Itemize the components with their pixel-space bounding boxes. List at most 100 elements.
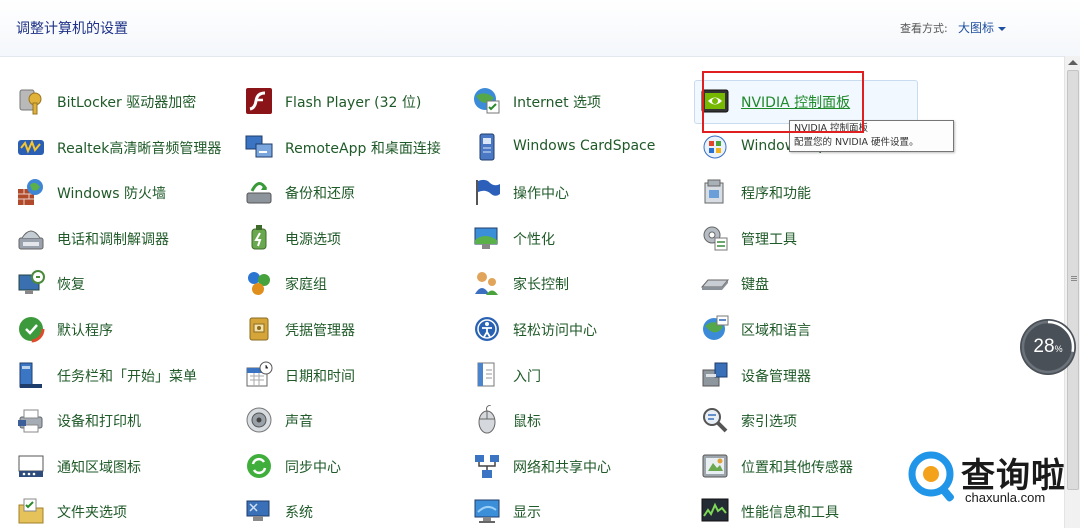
control-panel-item-label: 程序和功能 [741,186,811,203]
control-panel-item-label: RemoteApp 和桌面连接 [285,140,441,157]
default-programs-icon [16,314,46,344]
keyboard-icon [700,268,730,298]
control-panel-item-label: 电话和调制解调器 [57,231,169,248]
control-panel-item[interactable]: 电源选项 [244,221,466,255]
remoteapp-icon [244,132,274,162]
control-panel-item[interactable]: Windows CardSpace [472,130,694,164]
control-panel-item-label: 轻松访问中心 [513,323,597,339]
highlight-annotation-box [702,71,864,133]
control-panel-item[interactable]: 凭据管理器 [244,312,466,346]
tooltip-description: 配置您的 NVIDIA 硬件设置。 [794,137,919,148]
control-panel-item[interactable]: 显示 [472,494,694,528]
control-panel-item[interactable]: 同步中心 [244,449,466,483]
control-panel-item[interactable]: 恢复 [16,266,238,300]
parental-controls-icon [472,268,502,298]
control-panel-item[interactable]: Flash Player (32 位) [244,84,466,118]
taskbar-icon [16,360,46,390]
control-panel-item[interactable]: 个性化 [472,221,694,255]
control-panel-item[interactable]: 家长控制 [472,266,694,300]
control-panel-item[interactable]: Internet 选项 [472,84,694,118]
recovery-icon [16,268,46,298]
view-by-dropdown[interactable]: 大图标 [958,19,1007,36]
scroll-up-arrow-icon[interactable] [1068,60,1078,65]
control-panel-item[interactable]: 家庭组 [244,266,466,300]
control-panel-item[interactable]: 索引选项 [700,403,922,437]
view-by-value: 大图标 [958,21,995,35]
sync-center-icon [244,451,274,481]
control-panel-item[interactable]: 默认程序 [16,312,238,346]
control-panel-item[interactable]: 入门 [472,358,694,392]
power-options-icon [244,223,274,253]
control-panel-item-label: 日期和时间 [285,368,355,385]
control-panel-item-label: 声音 [285,414,313,431]
control-panel-item[interactable]: 网络和共享中心 [472,449,694,483]
backup-restore-icon [244,177,274,207]
control-panel-item[interactable]: 备份和还原 [244,175,466,209]
control-panel-item-label: 家长控制 [513,277,569,294]
control-panel-item-label: 操作中心 [513,186,569,203]
control-panel-item[interactable]: 声音 [244,403,466,437]
control-panel-item[interactable]: 操作中心 [472,175,694,209]
phone-modem-icon [16,223,46,253]
control-panel-item[interactable]: 设备管理器 [700,358,922,392]
control-panel-item[interactable]: 位置和其他传感器 [700,449,922,483]
sound-icon [244,405,274,435]
getting-started-icon [472,360,502,390]
control-panel-item-label: Windows 防火墙 [57,186,166,203]
progress-percentage: 28% [1020,336,1076,358]
control-panel-item[interactable]: 轻松访问中心 [472,312,694,346]
control-panel-item-label: 键盘 [741,277,769,294]
display-icon [472,496,502,526]
programs-features-icon [700,177,730,207]
control-panel-item-label: 个性化 [513,231,555,248]
control-panel-item-label: 管理工具 [741,231,797,248]
folder-options-icon [16,496,46,526]
control-panel-item-label: Realtek高清晰音频管理器 [57,140,222,157]
control-panel-item-label: 显示 [513,505,541,522]
control-panel-item-label: 同步中心 [285,459,341,476]
control-panel-item-label: 网络和共享中心 [513,459,611,476]
control-panel-item-label: BitLocker 驱动器加密 [57,95,197,111]
action-center-flag-icon [472,177,502,207]
flash-player-icon [244,86,274,116]
control-panel-item[interactable]: BitLocker 驱动器加密 [16,84,238,118]
scroll-thumb[interactable] [1067,70,1079,490]
system-icon [244,496,274,526]
control-panel-item[interactable]: 管理工具 [700,221,922,255]
date-time-icon [244,360,274,390]
control-panel-item[interactable]: 程序和功能 [700,175,922,209]
performance-icon [700,496,730,526]
credential-manager-icon [244,314,274,344]
control-panel-item[interactable]: 日期和时间 [244,358,466,392]
control-panel-item-label: 任务栏和「开始」菜单 [57,368,197,385]
control-panel-item[interactable]: 通知区域图标 [16,449,238,483]
bitlocker-key-icon [16,86,46,116]
firewall-icon [16,177,46,207]
control-panel-item[interactable]: 鼠标 [472,403,694,437]
control-panel-item[interactable]: 文件夹选项 [16,494,238,528]
control-panel-item-label: 文件夹选项 [57,505,127,522]
windows-update-icon [700,132,730,162]
control-panel-item[interactable]: Realtek高清晰音频管理器 [16,130,238,164]
homegroup-icon [244,268,274,298]
control-panel-item-label: Internet 选项 [513,95,602,111]
personalization-icon [472,223,502,253]
view-by-label: 查看方式: [900,22,948,35]
page-title: 调整计算机的设置 [16,21,128,37]
control-panel-item[interactable]: 电话和调制解调器 [16,221,238,255]
control-panel-item[interactable]: 键盘 [700,266,922,300]
admin-tools-icon [700,223,730,253]
control-panel-item[interactable]: 系统 [244,494,466,528]
control-panel-item-label: 索引选项 [741,414,797,431]
control-panel-item[interactable]: 区域和语言 [700,312,922,346]
control-panel-item[interactable]: 设备和打印机 [16,403,238,437]
watermark-domain: chaxunla.com [965,490,1046,505]
control-panel-item[interactable]: 任务栏和「开始」菜单 [16,358,238,392]
control-panel-item-label: 设备管理器 [741,368,811,385]
notification-area-icon [16,451,46,481]
control-panel-item-label: 凭据管理器 [285,323,355,339]
control-panel-item-label: 恢复 [57,277,85,294]
control-panel-item[interactable]: RemoteApp 和桌面连接 [244,130,466,164]
control-panel-item[interactable]: Windows 防火墙 [16,175,238,209]
control-panel-item[interactable]: 性能信息和工具 [700,494,922,528]
